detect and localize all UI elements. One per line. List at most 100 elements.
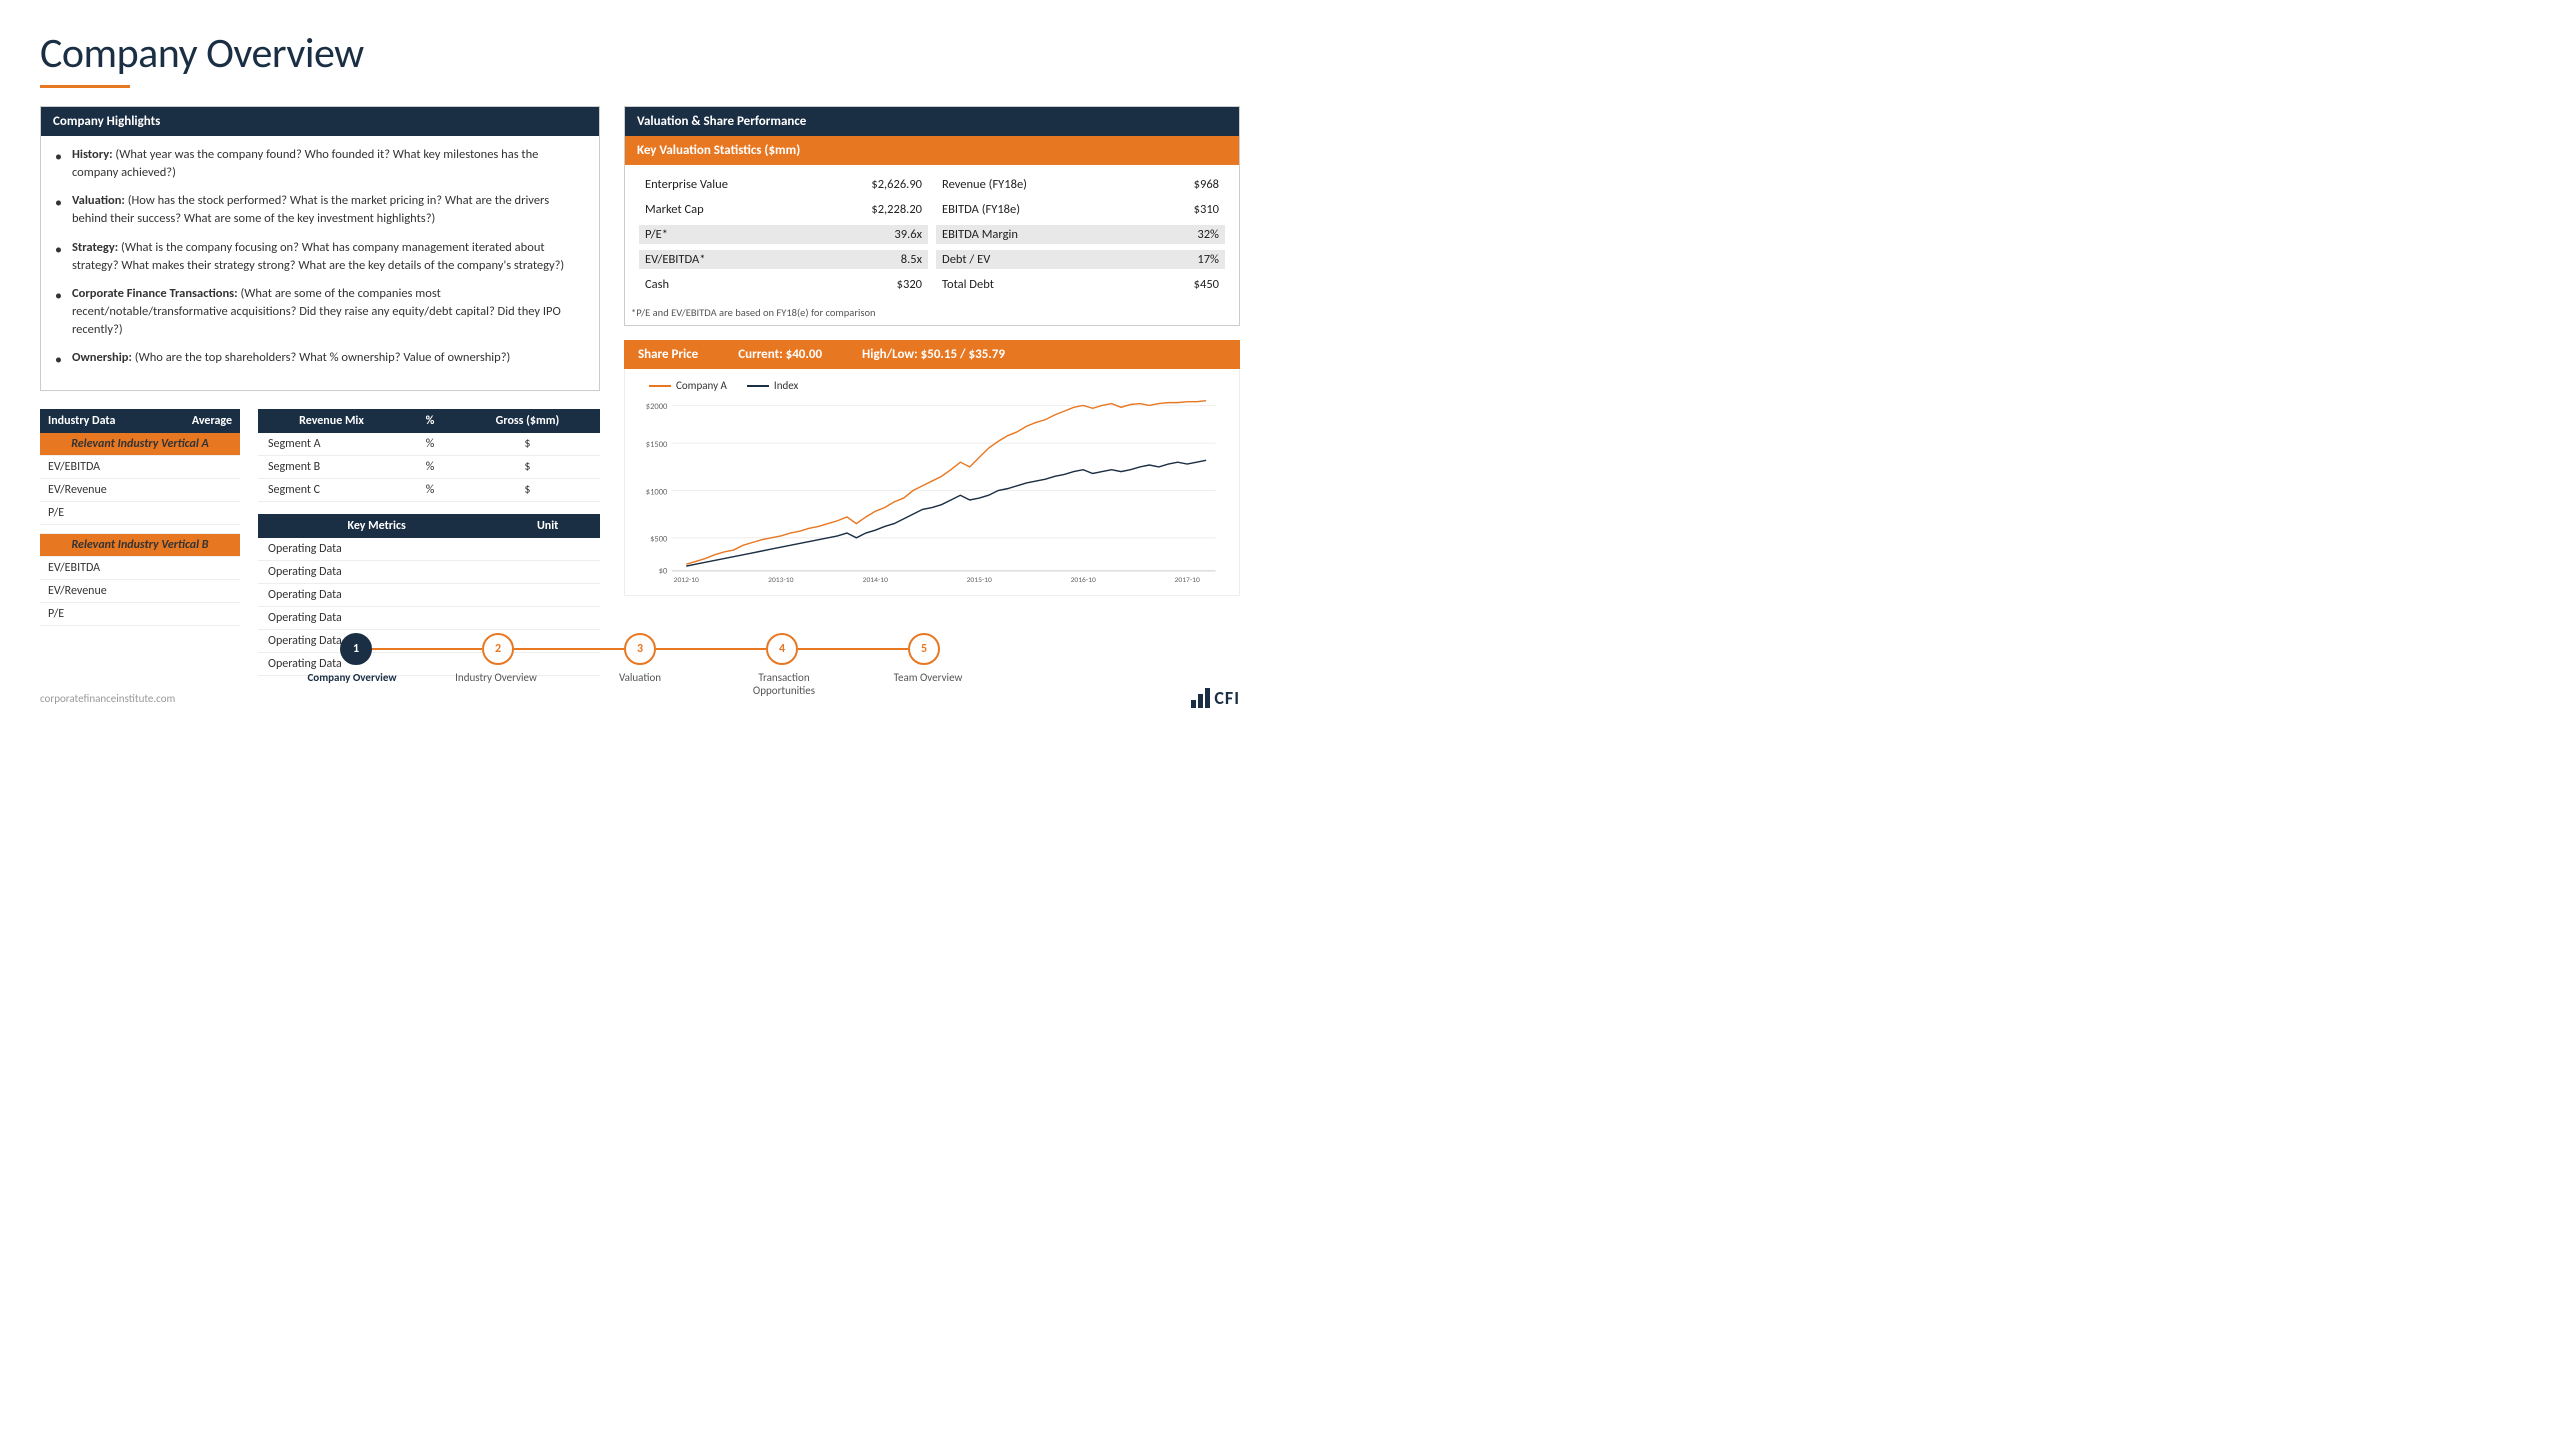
highlight-item: • Corporate Finance Transactions: (What …	[55, 285, 585, 339]
nav-timeline: 1 2 3 4 5	[340, 633, 940, 665]
val-cell-left: Market Cap $2,228.20	[639, 200, 928, 219]
nav-step-3[interactable]: 3	[624, 633, 656, 665]
highlight-text: Strategy: (What is the company focusing …	[72, 239, 585, 275]
cfi-logo: CFI	[1191, 687, 1240, 709]
val-value-right: $450	[1194, 277, 1219, 292]
industry-metric: EV/Revenue	[40, 479, 160, 502]
legend-index: Index	[747, 379, 798, 392]
metric-label: Operating Data	[258, 561, 495, 584]
segment-gross: $	[455, 433, 600, 456]
industry-value	[160, 580, 240, 603]
val-value-left: $320	[897, 277, 922, 292]
val-label-right: Debt / EV	[942, 252, 990, 267]
nav-step-5[interactable]: 5	[908, 633, 940, 665]
svg-text:2014-10: 2014-10	[863, 576, 888, 585]
nav-connector-line	[372, 648, 482, 650]
svg-text:2017-10: 2017-10	[1175, 576, 1200, 585]
highlight-item: • Valuation: (How has the stock performe…	[55, 192, 585, 228]
legend-index-label: Index	[774, 379, 798, 392]
nav-label-3: Valuation	[568, 671, 712, 697]
val-value-left: 39.6x	[894, 227, 922, 242]
val-cell-right: Debt / EV 17%	[936, 250, 1225, 269]
segment-label: Segment A	[258, 433, 405, 456]
nav-label-1: Company Overview	[280, 671, 424, 697]
nav-step-2[interactable]: 2	[482, 633, 514, 665]
share-price-section: Share Price Current: $40.00 High/Low: $5…	[624, 340, 1240, 596]
industry-avg-header: Average	[160, 409, 240, 433]
valuation-box: Valuation & Share Performance Key Valuat…	[624, 106, 1240, 326]
valuation-stats: Enterprise Value $2,626.90 Revenue (FY18…	[625, 165, 1239, 306]
val-label-left: Cash	[645, 277, 669, 292]
page-title: Company Overview	[40, 28, 1240, 79]
cfi-bar-1	[1191, 700, 1196, 708]
val-cell-right: Revenue (FY18e) $968	[936, 175, 1225, 194]
val-cell-left: Enterprise Value $2,626.90	[639, 175, 928, 194]
val-label-left: Market Cap	[645, 202, 704, 217]
chart-svg: $2000 $1500 $1000 $500 $0 2012-10 2	[639, 396, 1225, 585]
bullet: •	[55, 286, 62, 306]
val-cell-right: EBITDA Margin 32%	[936, 225, 1225, 244]
nav-connector-line	[514, 648, 624, 650]
val-cell-right: Total Debt $450	[936, 275, 1225, 294]
highlight-label: Valuation:	[72, 193, 125, 208]
svg-text:$1000: $1000	[646, 487, 668, 497]
bullet: •	[55, 147, 62, 167]
revenue-row: Segment B%$	[258, 456, 600, 479]
key-metrics-header: Key Metrics	[258, 514, 495, 538]
cfi-text: CFI	[1214, 687, 1240, 709]
industry-row: P/E	[40, 502, 240, 525]
val-label-right: EBITDA (FY18e)	[942, 202, 1020, 217]
highlight-item: • Strategy: (What is the company focusin…	[55, 239, 585, 275]
val-cell-left: Cash $320	[639, 275, 928, 294]
highlight-text: History: (What year was the company foun…	[72, 146, 585, 182]
industry-value	[160, 557, 240, 580]
val-value-left: $2,228.20	[871, 202, 922, 217]
nav-step-1[interactable]: 1	[340, 633, 372, 665]
val-value-right: $968	[1194, 177, 1219, 192]
industry-row: EV/Revenue	[40, 479, 240, 502]
val-value-left: 8.5x	[901, 252, 922, 267]
valuation-row: P/E* 39.6x EBITDA Margin 32%	[639, 225, 1225, 244]
share-price-current: Current: $40.00	[738, 347, 822, 362]
industry-metric: EV/EBITDA	[40, 557, 160, 580]
svg-text:2013-10: 2013-10	[768, 576, 793, 585]
nav-labels: Company OverviewIndustry OverviewValuati…	[280, 671, 1000, 697]
highlight-text: Valuation: (How has the stock performed?…	[72, 192, 585, 228]
industry-row: EV/EBITDA	[40, 557, 240, 580]
segment-pct: %	[405, 479, 455, 502]
segment-gross: $	[455, 479, 600, 502]
industry-row: P/E	[40, 603, 240, 626]
share-price-highlow: High/Low: $50.15 / $35.79	[862, 347, 1005, 362]
metric-label: Operating Data	[258, 538, 495, 561]
legend-line-orange	[649, 385, 671, 387]
key-metrics-unit-header: Unit	[495, 514, 600, 538]
nav-connector-line	[798, 648, 908, 650]
legend-line-navy	[747, 385, 769, 387]
industry-value	[160, 479, 240, 502]
share-price-bar: Share Price Current: $40.00 High/Low: $5…	[624, 340, 1240, 369]
page: Company Overview Company Highlights • Hi…	[0, 0, 1280, 719]
cfi-bar-3	[1205, 688, 1210, 708]
metrics-row: Operating Data	[258, 607, 600, 630]
industry-col-header: Industry Data	[40, 409, 160, 433]
segment-label: Segment C	[258, 479, 405, 502]
svg-text:$2000: $2000	[646, 402, 668, 412]
val-cell-left: EV/EBITDA* 8.5x	[639, 250, 928, 269]
left-column: Company Highlights • History: (What year…	[40, 106, 600, 676]
industry-table: Industry Data Average Relevant Industry …	[40, 409, 240, 626]
val-label-right: Revenue (FY18e)	[942, 177, 1027, 192]
nav-step-4[interactable]: 4	[766, 633, 798, 665]
industry-value	[160, 456, 240, 479]
highlight-label: Strategy:	[72, 240, 118, 255]
segment-gross: $	[455, 456, 600, 479]
metrics-row: Operating Data	[258, 538, 600, 561]
metrics-row: Operating Data	[258, 584, 600, 607]
industry-row: EV/EBITDA	[40, 456, 240, 479]
val-value-right: $310	[1194, 202, 1219, 217]
val-label-right: EBITDA Margin	[942, 227, 1018, 242]
revenue-mix-header: Revenue Mix	[258, 409, 405, 433]
industry-vertical-a: Relevant Industry Vertical A	[40, 433, 240, 456]
val-cell-left: P/E* 39.6x	[639, 225, 928, 244]
svg-text:$0: $0	[659, 567, 668, 577]
valuation-row: EV/EBITDA* 8.5x Debt / EV 17%	[639, 250, 1225, 269]
